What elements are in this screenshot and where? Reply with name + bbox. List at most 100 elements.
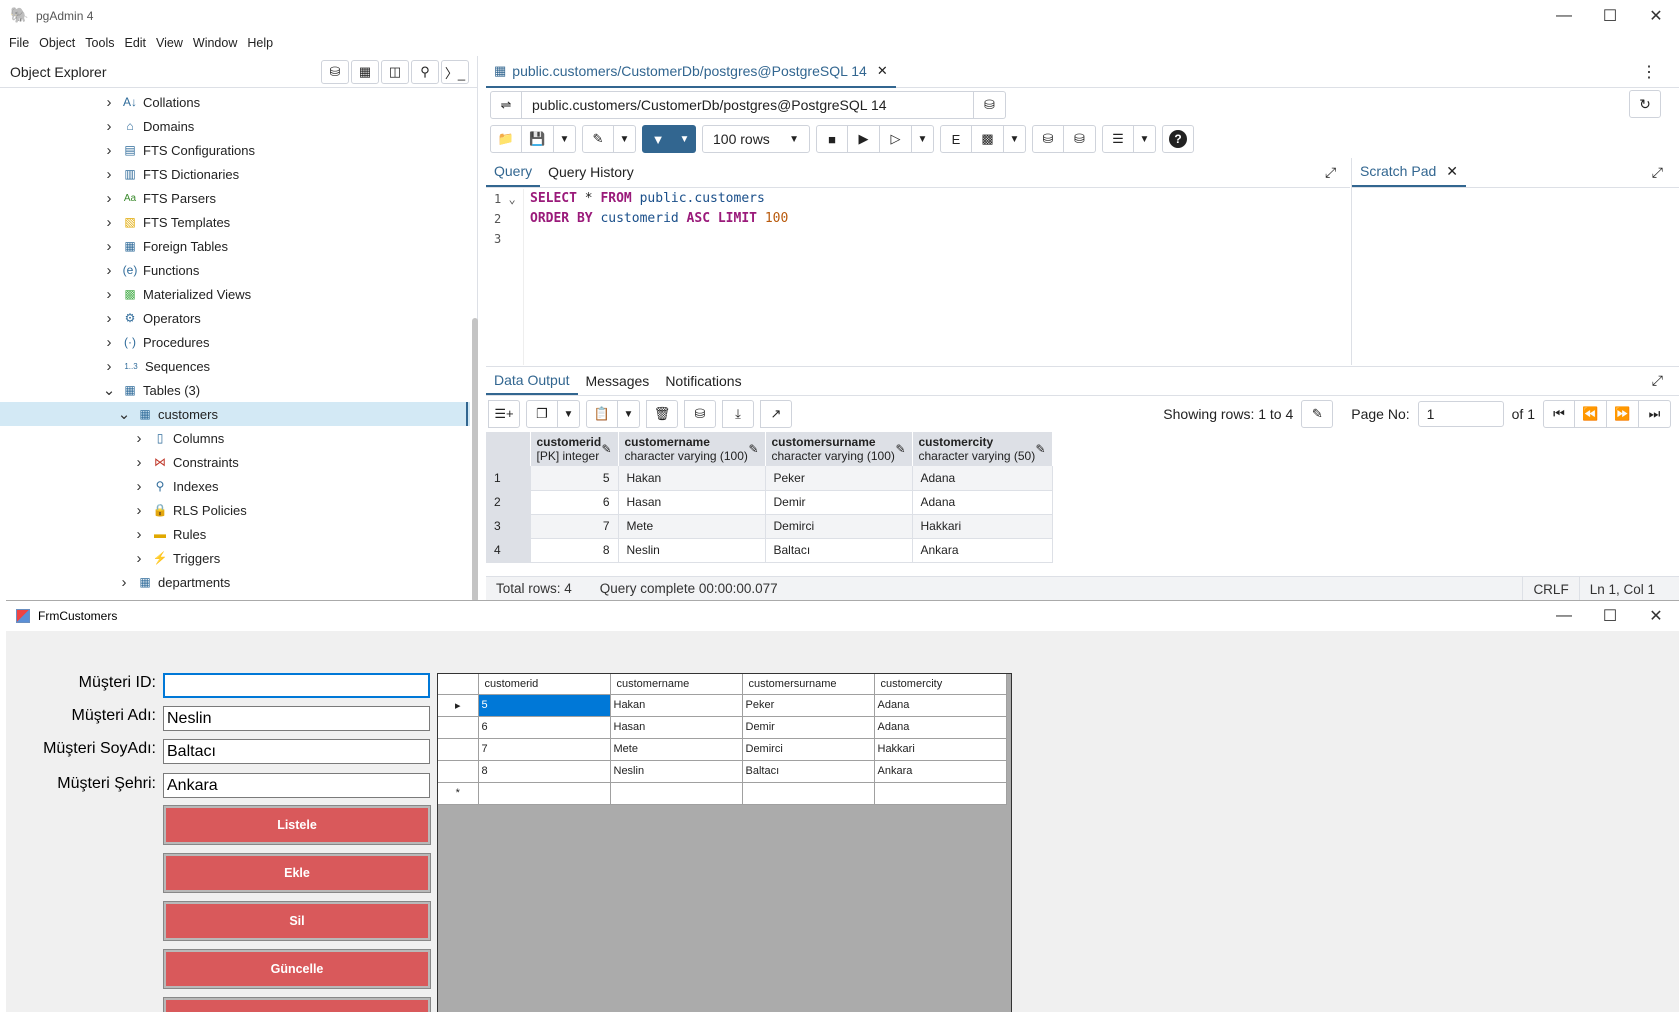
table-row[interactable]: ▸ 5 Hakan Peker Adana xyxy=(438,694,1007,717)
rollback-icon[interactable]: ⛁ xyxy=(1064,125,1096,153)
chevron-down-icon[interactable]: ▼ xyxy=(1004,125,1026,153)
refresh-icon[interactable]: ↻ xyxy=(1629,90,1661,118)
grid-cell[interactable]: Adana xyxy=(912,490,1053,515)
grid-cell[interactable]: Hasan xyxy=(610,716,743,739)
chevron-down-icon[interactable]: ▼ xyxy=(554,125,576,153)
chevron-right-icon[interactable]: › xyxy=(102,166,116,183)
chevron-right-icon[interactable]: › xyxy=(102,118,116,135)
psql-terminal-icon[interactable]: 〉_ xyxy=(441,60,469,84)
sql-editor[interactable]: 1 ⌄ 2 3 SELECT * FROM public.customers ORDE… xyxy=(486,189,1350,365)
help-button[interactable]: ? xyxy=(1162,125,1194,153)
table-row[interactable]: 4 8 Neslin Baltacı Ankara xyxy=(486,538,1053,563)
line-ending[interactable]: CRLF xyxy=(1522,577,1578,601)
pencil-icon[interactable]: ✎ xyxy=(1301,400,1334,428)
row-header[interactable] xyxy=(438,760,479,783)
previous-page-icon[interactable]: ⏪ xyxy=(1575,400,1607,428)
close-icon[interactable]: ✕ xyxy=(1633,601,1679,631)
code-line[interactable] xyxy=(530,229,788,249)
grid-cell[interactable]: Mete xyxy=(610,738,743,761)
grid-cell[interactable]: Adana xyxy=(874,716,1007,739)
maximize-icon[interactable]: ☐ xyxy=(1587,0,1633,32)
chevron-right-icon[interactable]: › xyxy=(102,286,116,303)
grid-cell[interactable]: Mete xyxy=(618,514,766,539)
delete-button[interactable]: Sil xyxy=(163,901,431,941)
grid-cell[interactable]: 5 xyxy=(478,694,611,717)
paste-icon[interactable]: 📋 xyxy=(586,400,618,428)
row-header[interactable] xyxy=(438,716,479,739)
grid-cell[interactable]: Hasan xyxy=(618,490,766,515)
view-data-icon[interactable]: ▦ xyxy=(351,60,379,84)
chevron-down-icon[interactable]: ▼ xyxy=(912,125,934,153)
grid-cell[interactable]: Baltacı xyxy=(742,760,875,783)
copy-icon[interactable]: ❐ xyxy=(526,400,558,428)
grid-cell[interactable]: Demirci xyxy=(765,514,913,539)
tree-item-materialized-views[interactable]: › ▩ Materialized Views xyxy=(0,282,470,306)
save-file-icon[interactable]: 💾 xyxy=(522,125,554,153)
close-icon[interactable]: ✕ xyxy=(1446,163,1458,180)
customer-name-input[interactable]: Neslin xyxy=(163,706,430,731)
grid-cell[interactable]: Demir xyxy=(742,716,875,739)
list-button[interactable]: Listele xyxy=(163,805,431,845)
minimize-icon[interactable]: — xyxy=(1541,0,1587,32)
last-page-icon[interactable]: ⏭ xyxy=(1639,400,1671,428)
column-header-customercity[interactable]: customercity character varying (50) ✎ xyxy=(912,432,1053,466)
pencil-icon[interactable]: ✎ xyxy=(748,442,758,456)
chevron-right-icon[interactable]: › xyxy=(102,358,116,375)
customer-id-input[interactable] xyxy=(163,673,430,698)
execute-icon[interactable]: ▶ xyxy=(848,125,880,153)
tree-item-procedures[interactable]: › (·) Procedures xyxy=(0,330,470,354)
chevron-down-icon[interactable]: ⌄ xyxy=(117,405,131,423)
grid-cell[interactable]: 5 xyxy=(530,466,619,491)
tree-item-fts-configurations[interactable]: › ▤ FTS Configurations xyxy=(0,138,470,162)
chevron-right-icon[interactable]: › xyxy=(102,262,116,279)
chevron-right-icon[interactable]: › xyxy=(102,310,116,327)
customer-city-input[interactable]: Ankara xyxy=(163,773,430,798)
sql-code[interactable]: SELECT * FROM public.customers ORDER BY c… xyxy=(530,189,788,249)
chevron-right-icon[interactable]: › xyxy=(102,238,116,255)
grid-cell[interactable]: Ankara xyxy=(912,538,1053,563)
connection-status-icon[interactable]: ⇌ xyxy=(490,91,522,119)
table-row[interactable]: 1 5 Hakan Peker Adana xyxy=(486,466,1053,491)
chevron-right-icon[interactable]: › xyxy=(102,334,116,351)
grid-cell[interactable]: Hakan xyxy=(618,466,766,491)
grid-cell[interactable] xyxy=(742,782,875,805)
customer-surname-input[interactable]: Baltacı xyxy=(163,739,430,764)
grid-cell[interactable]: Neslin xyxy=(610,760,743,783)
chevron-down-icon[interactable]: ▼ xyxy=(558,400,580,428)
chevron-right-icon[interactable]: › xyxy=(102,214,116,231)
pencil-icon[interactable]: ✎ xyxy=(601,442,611,456)
stop-icon[interactable]: ■ xyxy=(816,125,848,153)
tree-item-operators[interactable]: › ⚙ Operators xyxy=(0,306,470,330)
tree-item-functions[interactable]: › (e) Functions xyxy=(0,258,470,282)
chevron-right-icon[interactable]: › xyxy=(132,454,146,471)
grid-cell[interactable] xyxy=(874,782,1007,805)
dgv-column-header-customername[interactable]: customername xyxy=(610,674,743,695)
tree-item-customers[interactable]: ⌄ ▦ customers xyxy=(0,402,470,426)
tree-scrollbar[interactable] xyxy=(472,92,478,602)
chevron-down-icon[interactable]: ⌄ xyxy=(102,381,116,399)
grid-cell[interactable]: Hakan xyxy=(610,694,743,717)
grid-cell[interactable] xyxy=(478,782,611,805)
tree-item-constraints[interactable]: › ⋈ Constraints xyxy=(0,450,470,474)
chevron-right-icon[interactable]: › xyxy=(117,574,131,591)
chevron-right-icon[interactable]: › xyxy=(102,142,116,159)
grid-cell[interactable]: Neslin xyxy=(618,538,766,563)
tab-messages[interactable]: Messages xyxy=(578,366,658,395)
scratch-pad-tab[interactable]: Scratch Pad ✕ xyxy=(1352,157,1466,187)
grid-cell[interactable]: 8 xyxy=(530,538,619,563)
pencil-icon[interactable]: ✎ xyxy=(895,442,905,456)
extra-button[interactable] xyxy=(163,997,431,1012)
commit-icon[interactable]: ⛁ xyxy=(1032,125,1064,153)
row-header[interactable] xyxy=(438,738,479,761)
rows-limit-select[interactable]: 100 rows ▼ xyxy=(702,125,810,153)
chevron-down-icon[interactable]: ▼ xyxy=(674,125,696,153)
query-tool-icon[interactable]: ⛁ xyxy=(321,60,349,84)
tree-item-foreign-tables[interactable]: › ▦ Foreign Tables xyxy=(0,234,470,258)
menu-tools[interactable]: Tools xyxy=(80,36,119,50)
chevron-right-icon[interactable]: › xyxy=(132,550,146,567)
table-row[interactable]: 8 Neslin Baltacı Ankara xyxy=(438,760,1007,783)
graph-icon[interactable]: ↗ xyxy=(760,400,792,428)
search-icon[interactable]: ⚲ xyxy=(411,60,439,84)
tree-item-triggers[interactable]: › ⚡ Triggers xyxy=(0,546,470,570)
grid-cell[interactable]: Adana xyxy=(912,466,1053,491)
